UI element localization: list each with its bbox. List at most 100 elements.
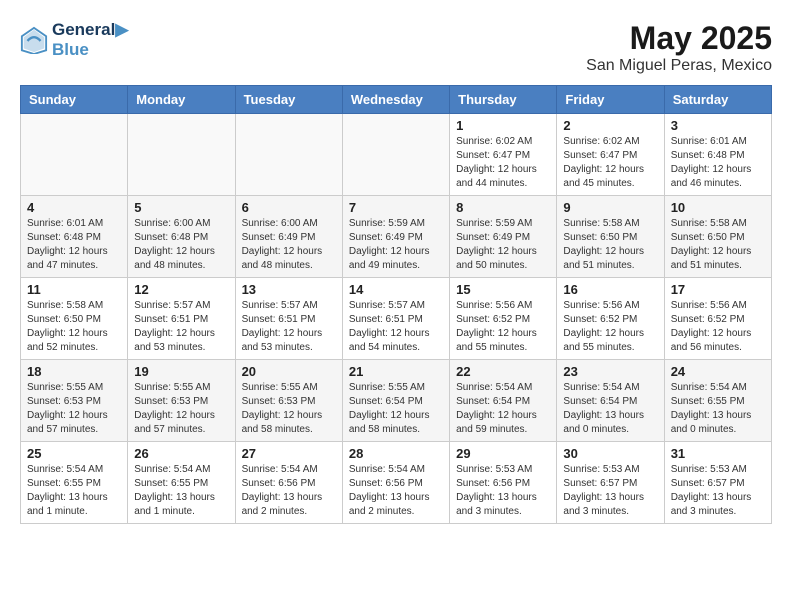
calendar-cell: 5Sunrise: 6:00 AM Sunset: 6:48 PM Daylig… (128, 196, 235, 278)
day-number: 2 (563, 118, 657, 133)
day-info: Sunrise: 5:53 AM Sunset: 6:57 PM Dayligh… (563, 463, 657, 519)
weekday-header: Friday (557, 86, 664, 114)
day-info: Sunrise: 5:54 AM Sunset: 6:55 PM Dayligh… (27, 463, 121, 519)
day-number: 30 (563, 446, 657, 461)
calendar-cell: 18 Sunrise: 5:55 AM Sunset: 6:53 PM Dayli… (21, 360, 128, 442)
day-number: 9 (563, 200, 657, 215)
day-info: Sunrise: 5:56 AM Sunset: 6:52 PM Dayligh… (456, 299, 550, 355)
day-info: Sunrise: 5:55 AM Sunset: 6:53 PM Dayligh… (134, 381, 228, 437)
day-info: Sunrise: 5:59 AM Sunset: 6:49 PM Dayligh… (456, 217, 550, 273)
calendar-cell: 19 Sunrise: 5:55 AM Sunset: 6:53 PM Dayli… (128, 360, 235, 442)
day-number: 3 (671, 118, 765, 133)
day-info: Sunrise: 5:53 AM Sunset: 6:57 PM Dayligh… (671, 463, 765, 519)
day-info: Sunrise: 5:55 AM Sunset: 6:53 PM Dayligh… (27, 381, 121, 437)
day-number: 26 (134, 446, 228, 461)
calendar-cell: 6 Sunrise: 6:00 AM Sunset: 6:49 PM Daylig… (235, 196, 342, 278)
day-number: 13 (242, 282, 336, 297)
day-info: Sunrise: 6:00 AM Sunset: 6:48 PM Dayligh… (134, 217, 228, 273)
day-number: 20 (242, 364, 336, 379)
day-info: Sunrise: 5:56 AM Sunset: 6:52 PM Dayligh… (563, 299, 657, 355)
day-number: 17 (671, 282, 765, 297)
calendar-cell (21, 114, 128, 196)
day-number: 22 (456, 364, 550, 379)
day-number: 6 (242, 200, 336, 215)
day-number: 31 (671, 446, 765, 461)
day-info: Sunrise: 5:55 AM Sunset: 6:53 PM Dayligh… (242, 381, 336, 437)
day-number: 15 (456, 282, 550, 297)
day-number: 14 (349, 282, 443, 297)
title-area: May 2025 San Miguel Peras, Mexico (586, 20, 772, 75)
logo: General▶ Blue (20, 20, 128, 60)
calendar-week-row: 18 Sunrise: 5:55 AM Sunset: 6:53 PM Dayli… (21, 360, 772, 442)
day-number: 4 (27, 200, 121, 215)
calendar-cell: 24Sunrise: 5:54 AM Sunset: 6:55 PM Dayli… (664, 360, 771, 442)
calendar-cell: 11Sunrise: 5:58 AM Sunset: 6:50 PM Dayli… (21, 278, 128, 360)
day-number: 18 (27, 364, 121, 379)
calendar-cell: 20 Sunrise: 5:55 AM Sunset: 6:53 PM Dayli… (235, 360, 342, 442)
day-number: 24 (671, 364, 765, 379)
weekday-header: Thursday (450, 86, 557, 114)
day-number: 29 (456, 446, 550, 461)
day-info: Sunrise: 5:59 AM Sunset: 6:49 PM Dayligh… (349, 217, 443, 273)
calendar-cell: 15 Sunrise: 5:56 AM Sunset: 6:52 PM Dayli… (450, 278, 557, 360)
calendar-cell: 4 Sunrise: 6:01 AM Sunset: 6:48 PM Daylig… (21, 196, 128, 278)
calendar-cell: 17 Sunrise: 5:56 AM Sunset: 6:52 PM Dayli… (664, 278, 771, 360)
calendar-cell: 13 Sunrise: 5:57 AM Sunset: 6:51 PM Dayli… (235, 278, 342, 360)
calendar-cell: 14 Sunrise: 5:57 AM Sunset: 6:51 PM Dayli… (342, 278, 449, 360)
weekday-header: Sunday (21, 86, 128, 114)
day-info: Sunrise: 6:00 AM Sunset: 6:49 PM Dayligh… (242, 217, 336, 273)
day-info: Sunrise: 5:55 AM Sunset: 6:54 PM Dayligh… (349, 381, 443, 437)
calendar-table: SundayMondayTuesdayWednesdayThursdayFrid… (20, 85, 772, 524)
calendar-week-row: 11Sunrise: 5:58 AM Sunset: 6:50 PM Dayli… (21, 278, 772, 360)
day-number: 27 (242, 446, 336, 461)
day-info: Sunrise: 5:57 AM Sunset: 6:51 PM Dayligh… (349, 299, 443, 355)
calendar-cell: 25 Sunrise: 5:54 AM Sunset: 6:55 PM Dayli… (21, 442, 128, 524)
weekday-header: Tuesday (235, 86, 342, 114)
day-number: 25 (27, 446, 121, 461)
location-title: San Miguel Peras, Mexico (586, 57, 772, 75)
calendar-cell: 2 Sunrise: 6:02 AM Sunset: 6:47 PM Daylig… (557, 114, 664, 196)
day-info: Sunrise: 5:53 AM Sunset: 6:56 PM Dayligh… (456, 463, 550, 519)
day-number: 19 (134, 364, 228, 379)
logo-icon (20, 26, 48, 54)
calendar-cell: 22 Sunrise: 5:54 AM Sunset: 6:54 PM Dayli… (450, 360, 557, 442)
day-info: Sunrise: 5:54 AM Sunset: 6:56 PM Dayligh… (349, 463, 443, 519)
day-number: 28 (349, 446, 443, 461)
weekday-header: Saturday (664, 86, 771, 114)
day-info: Sunrise: 5:57 AM Sunset: 6:51 PM Dayligh… (134, 299, 228, 355)
calendar-cell: 16 Sunrise: 5:56 AM Sunset: 6:52 PM Dayli… (557, 278, 664, 360)
day-info: Sunrise: 5:58 AM Sunset: 6:50 PM Dayligh… (671, 217, 765, 273)
calendar-cell: 29 Sunrise: 5:53 AM Sunset: 6:56 PM Dayli… (450, 442, 557, 524)
day-info: Sunrise: 5:54 AM Sunset: 6:54 PM Dayligh… (456, 381, 550, 437)
weekday-header: Wednesday (342, 86, 449, 114)
calendar-cell: 9 Sunrise: 5:58 AM Sunset: 6:50 PM Daylig… (557, 196, 664, 278)
calendar-cell: 12Sunrise: 5:57 AM Sunset: 6:51 PM Dayli… (128, 278, 235, 360)
calendar-week-row: 25 Sunrise: 5:54 AM Sunset: 6:55 PM Dayli… (21, 442, 772, 524)
page-header: General▶ Blue May 2025 San Miguel Peras,… (20, 20, 772, 75)
day-number: 10 (671, 200, 765, 215)
day-info: Sunrise: 5:54 AM Sunset: 6:55 PM Dayligh… (134, 463, 228, 519)
calendar-cell (235, 114, 342, 196)
day-number: 7 (349, 200, 443, 215)
day-info: Sunrise: 5:56 AM Sunset: 6:52 PM Dayligh… (671, 299, 765, 355)
day-info: Sunrise: 5:57 AM Sunset: 6:51 PM Dayligh… (242, 299, 336, 355)
day-number: 16 (563, 282, 657, 297)
calendar-cell: 1Sunrise: 6:02 AM Sunset: 6:47 PM Daylig… (450, 114, 557, 196)
calendar-week-row: 4 Sunrise: 6:01 AM Sunset: 6:48 PM Daylig… (21, 196, 772, 278)
day-number: 23 (563, 364, 657, 379)
calendar-week-row: 1 Sunrise: 6:02 AM Sunset: 6:47 PM Daylig… (21, 114, 772, 196)
calendar-cell: 28 Sunrise: 5:54 AM Sunset: 6:56 PM Dayli… (342, 442, 449, 524)
calendar-cell: 23 Sunrise: 5:54 AM Sunset: 6:54 PM Dayli… (557, 360, 664, 442)
day-info: Sunrise: 6:01 AM Sunset: 6:48 PM Dayligh… (27, 217, 121, 273)
weekday-header: Monday (128, 86, 235, 114)
day-info: Sunrise: 6:02 AM Sunset: 6:47 PM Dayligh… (563, 135, 657, 191)
day-info: Sunrise: 5:58 AM Sunset: 6:50 PM Dayligh… (563, 217, 657, 273)
calendar-cell: 30 Sunrise: 5:53 AM Sunset: 6:57 PM Dayli… (557, 442, 664, 524)
day-info: Sunrise: 5:54 AM Sunset: 6:54 PM Dayligh… (563, 381, 657, 437)
day-number: 1 (456, 118, 550, 133)
calendar-cell: 31 Sunrise: 5:53 AM Sunset: 6:57 PM Dayli… (664, 442, 771, 524)
calendar-cell: 3Sunrise: 6:01 AM Sunset: 6:48 PM Daylig… (664, 114, 771, 196)
calendar-cell: 21Sunrise: 5:55 AM Sunset: 6:54 PM Dayli… (342, 360, 449, 442)
day-number: 8 (456, 200, 550, 215)
calendar-cell (128, 114, 235, 196)
